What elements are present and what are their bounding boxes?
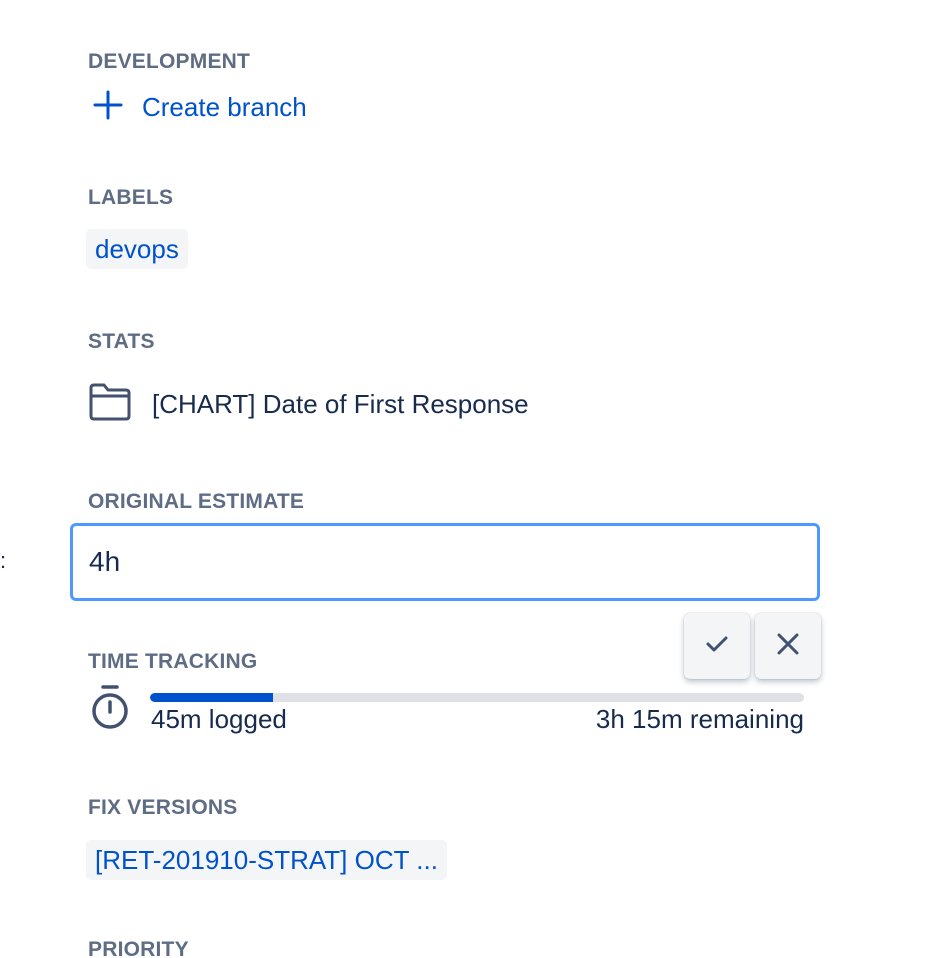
- stopwatch-icon: [88, 684, 132, 732]
- original-estimate-heading: ORIGINAL ESTIMATE: [88, 490, 305, 513]
- time-tracking-progress-bar: [150, 693, 804, 702]
- labels-heading: LABELS: [88, 186, 174, 209]
- confirm-button[interactable]: [684, 613, 750, 679]
- checkmark-icon: [703, 630, 731, 663]
- create-branch-button[interactable]: Create branch: [92, 88, 307, 126]
- cancel-button[interactable]: [755, 613, 821, 679]
- plus-icon: [92, 89, 124, 126]
- label-tag-devops[interactable]: devops: [86, 229, 188, 269]
- priority-heading: PRIORITY: [88, 938, 189, 958]
- folder-icon: [88, 382, 132, 427]
- close-icon: [774, 630, 802, 663]
- stats-item[interactable]: [CHART] Date of First Response: [88, 382, 529, 426]
- time-logged-text: 45m logged: [151, 704, 287, 734]
- fix-version-tag[interactable]: [RET-201910-STRAT] OCT ...: [86, 840, 447, 880]
- fix-versions-heading: FIX VERSIONS: [88, 796, 238, 819]
- stats-heading: STATS: [88, 330, 155, 353]
- time-tracking-progress-fill: [150, 693, 273, 702]
- original-estimate-input[interactable]: [70, 523, 820, 601]
- time-tracking-heading: TIME TRACKING: [88, 650, 258, 673]
- stats-item-label: [CHART] Date of First Response: [152, 388, 529, 419]
- cropped-text-fragment: :: [0, 548, 7, 573]
- create-branch-label: Create branch: [142, 91, 307, 122]
- development-heading: DEVELOPMENT: [88, 50, 251, 73]
- time-remaining-text: 3h 15m remaining: [595, 704, 804, 734]
